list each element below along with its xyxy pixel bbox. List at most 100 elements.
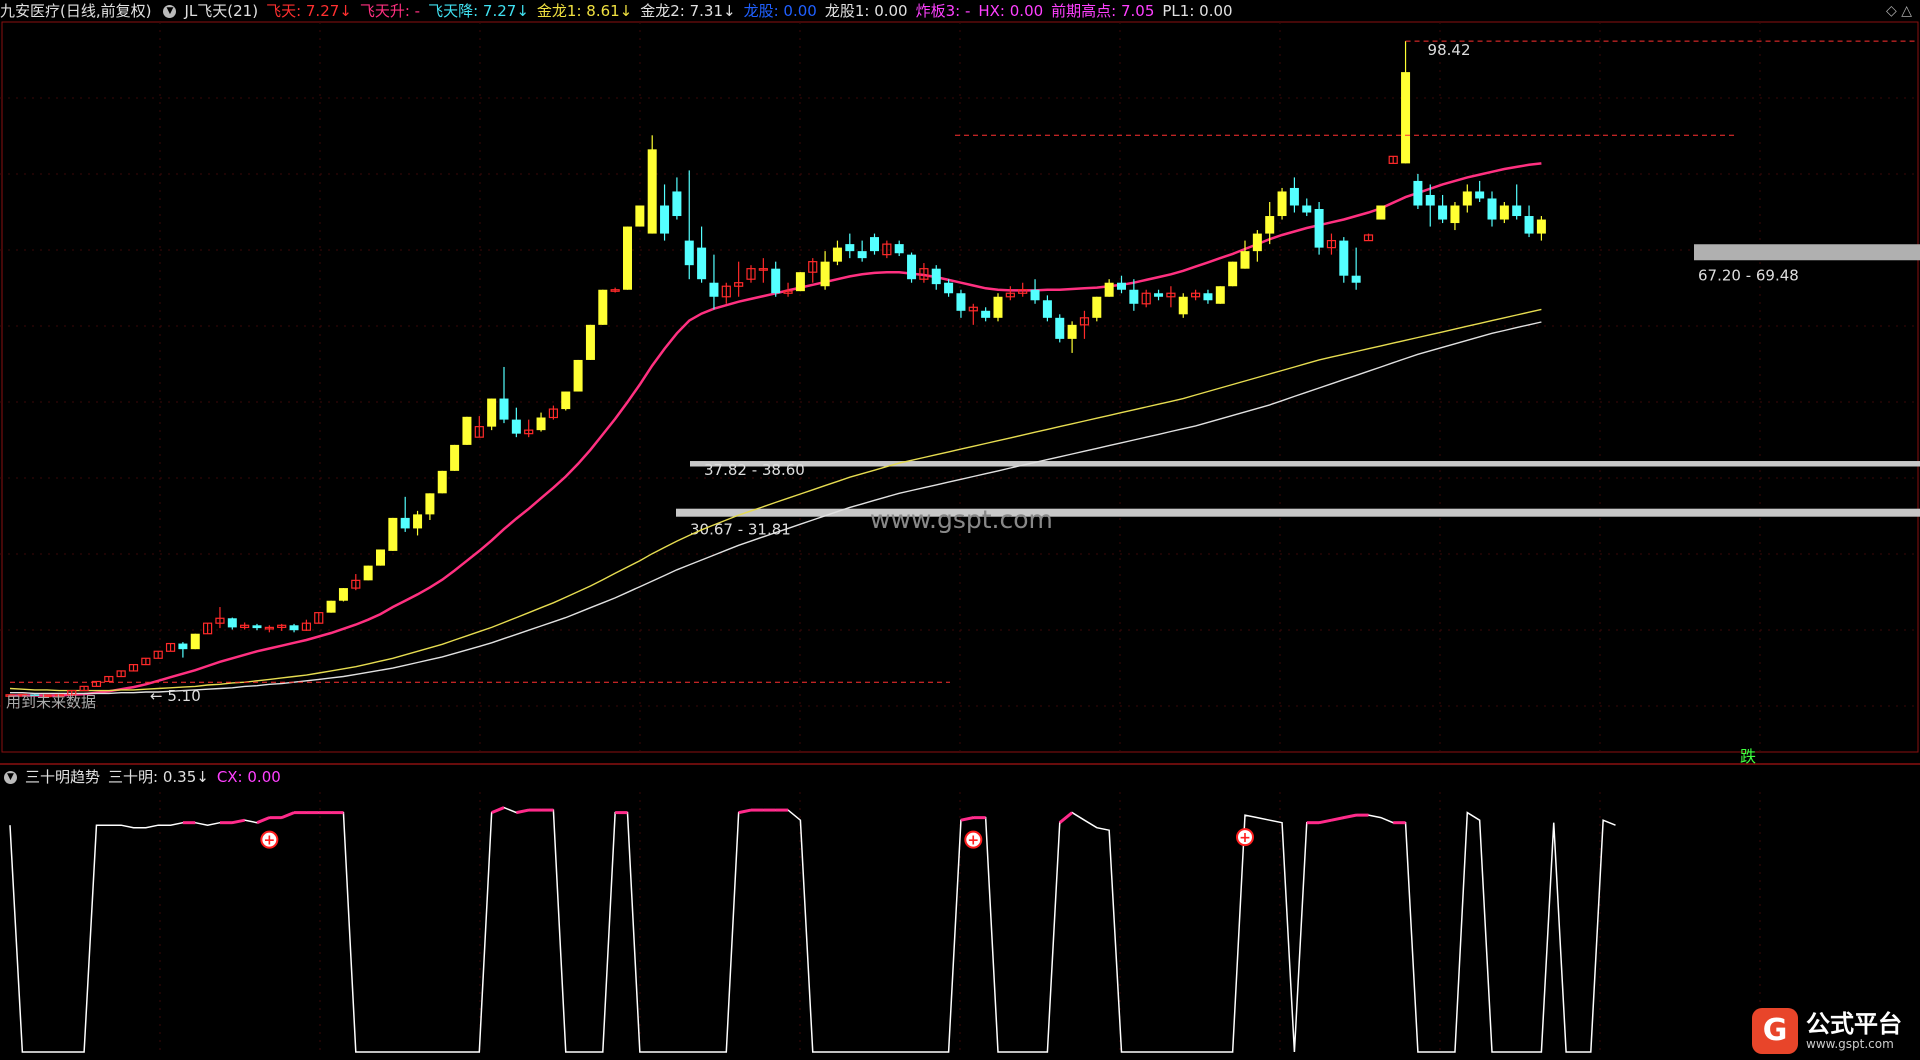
candle-body [585,324,595,360]
candle-body [1092,296,1102,318]
candle-body [623,226,632,290]
sub-highlight [516,808,529,815]
sub-highlight [281,811,295,820]
candle-body [1055,317,1065,339]
chart-area[interactable]: 37.82 - 38.60 30.67 - 31.81 67.20 - 69.48 9… [0,0,1920,1060]
candle-body [672,191,682,217]
candle-body [944,282,954,294]
candle-body [388,517,398,551]
sub-line [9,806,1616,1053]
candle-body [487,398,497,427]
candle-body [178,643,188,650]
candle-body [1129,289,1139,304]
candle-body [561,391,571,410]
candle-body [363,565,373,581]
zone-label: 37.82 - 38.60 [704,461,805,479]
candle-body [1277,191,1287,217]
logo-url: www.gspt.com [1806,1037,1894,1051]
candle-body [956,293,966,311]
candle-body [1104,282,1114,297]
candle-body [709,282,719,297]
candle-body [1351,275,1361,283]
candle-body [931,268,941,285]
ma-line-1 [9,308,1542,692]
candle-body [647,149,657,234]
zone-label: 67.20 - 69.48 [1698,266,1799,284]
candle-body [1240,251,1250,269]
candle-body [1536,219,1546,234]
candle-body [1499,205,1509,220]
candle-body [1252,233,1262,252]
cx-marker-symbol: + [263,833,275,849]
sub-highlight [1058,811,1074,824]
candle-body [400,517,410,529]
candle-body [635,205,645,227]
candle-body [1042,300,1052,318]
candle-body [1450,205,1460,224]
candle-body [1289,187,1299,206]
high-label: 98.42 [1428,41,1471,59]
logo-mark: G [1752,1008,1798,1054]
fall-marker: 跌 [1740,747,1756,766]
candle-body [1228,261,1238,287]
candle-body [425,493,435,515]
candle-body [1425,194,1435,206]
candle-body [1215,286,1225,304]
sub-highlight [232,818,245,825]
candle-body [1067,324,1077,339]
logo-name: 公式平台 [1806,1010,1902,1038]
candle-body [1203,293,1213,301]
candle-body [1487,198,1497,220]
candle-body [1376,205,1386,220]
future-data-note: 用到未来数据 [6,693,96,711]
sub-highlight [491,806,505,814]
support-zone [690,461,1920,467]
candle-body [252,625,262,629]
watermark: www.gspt.com [870,505,1053,534]
candle-body [1413,180,1423,206]
sub-highlight [1318,818,1332,825]
candle-body [1524,216,1534,234]
candle-body [1475,191,1485,199]
candle-body [870,237,879,252]
candle-body [499,398,509,420]
candle-body [598,289,608,325]
candle-body [1438,205,1448,220]
main-panel-frame [1,21,1919,753]
candle-body [437,470,447,494]
candle-body [190,633,200,650]
candle-body [338,588,348,601]
zone-label: 30.67 - 31.81 [690,521,791,539]
support-zone [1694,244,1920,261]
cx-marker-symbol: + [1239,830,1251,846]
sub-highlight [1343,813,1357,820]
candle-body [462,416,472,445]
candle-body [1117,282,1126,290]
candle-body [1401,72,1411,164]
site-logo: G 公式平台 www.gspt.com [1752,1008,1902,1054]
candle-body [771,268,781,294]
cx-marker-symbol: + [967,833,979,849]
candle-body [993,296,1003,318]
candle-body [326,600,336,613]
candle-body [1030,289,1040,301]
candle-body [227,618,237,628]
candle-body [1512,205,1522,217]
candle-body [684,240,694,266]
candle-body [857,251,867,259]
candle-body [1154,293,1164,297]
candle-body [697,247,707,280]
candle-body [1339,240,1349,276]
candle-body [376,549,385,566]
candle-body [413,514,423,529]
candle-body [832,247,842,262]
support-zone [676,508,1920,517]
candle-body [536,417,546,431]
candle-body [981,310,991,318]
ma-line-0 [10,162,1542,697]
sub-highlight [738,808,752,815]
candle-body [289,625,299,631]
sub-highlight [960,816,974,822]
sub-highlight [1331,816,1345,822]
low-label: ← 5.10 [150,687,201,705]
